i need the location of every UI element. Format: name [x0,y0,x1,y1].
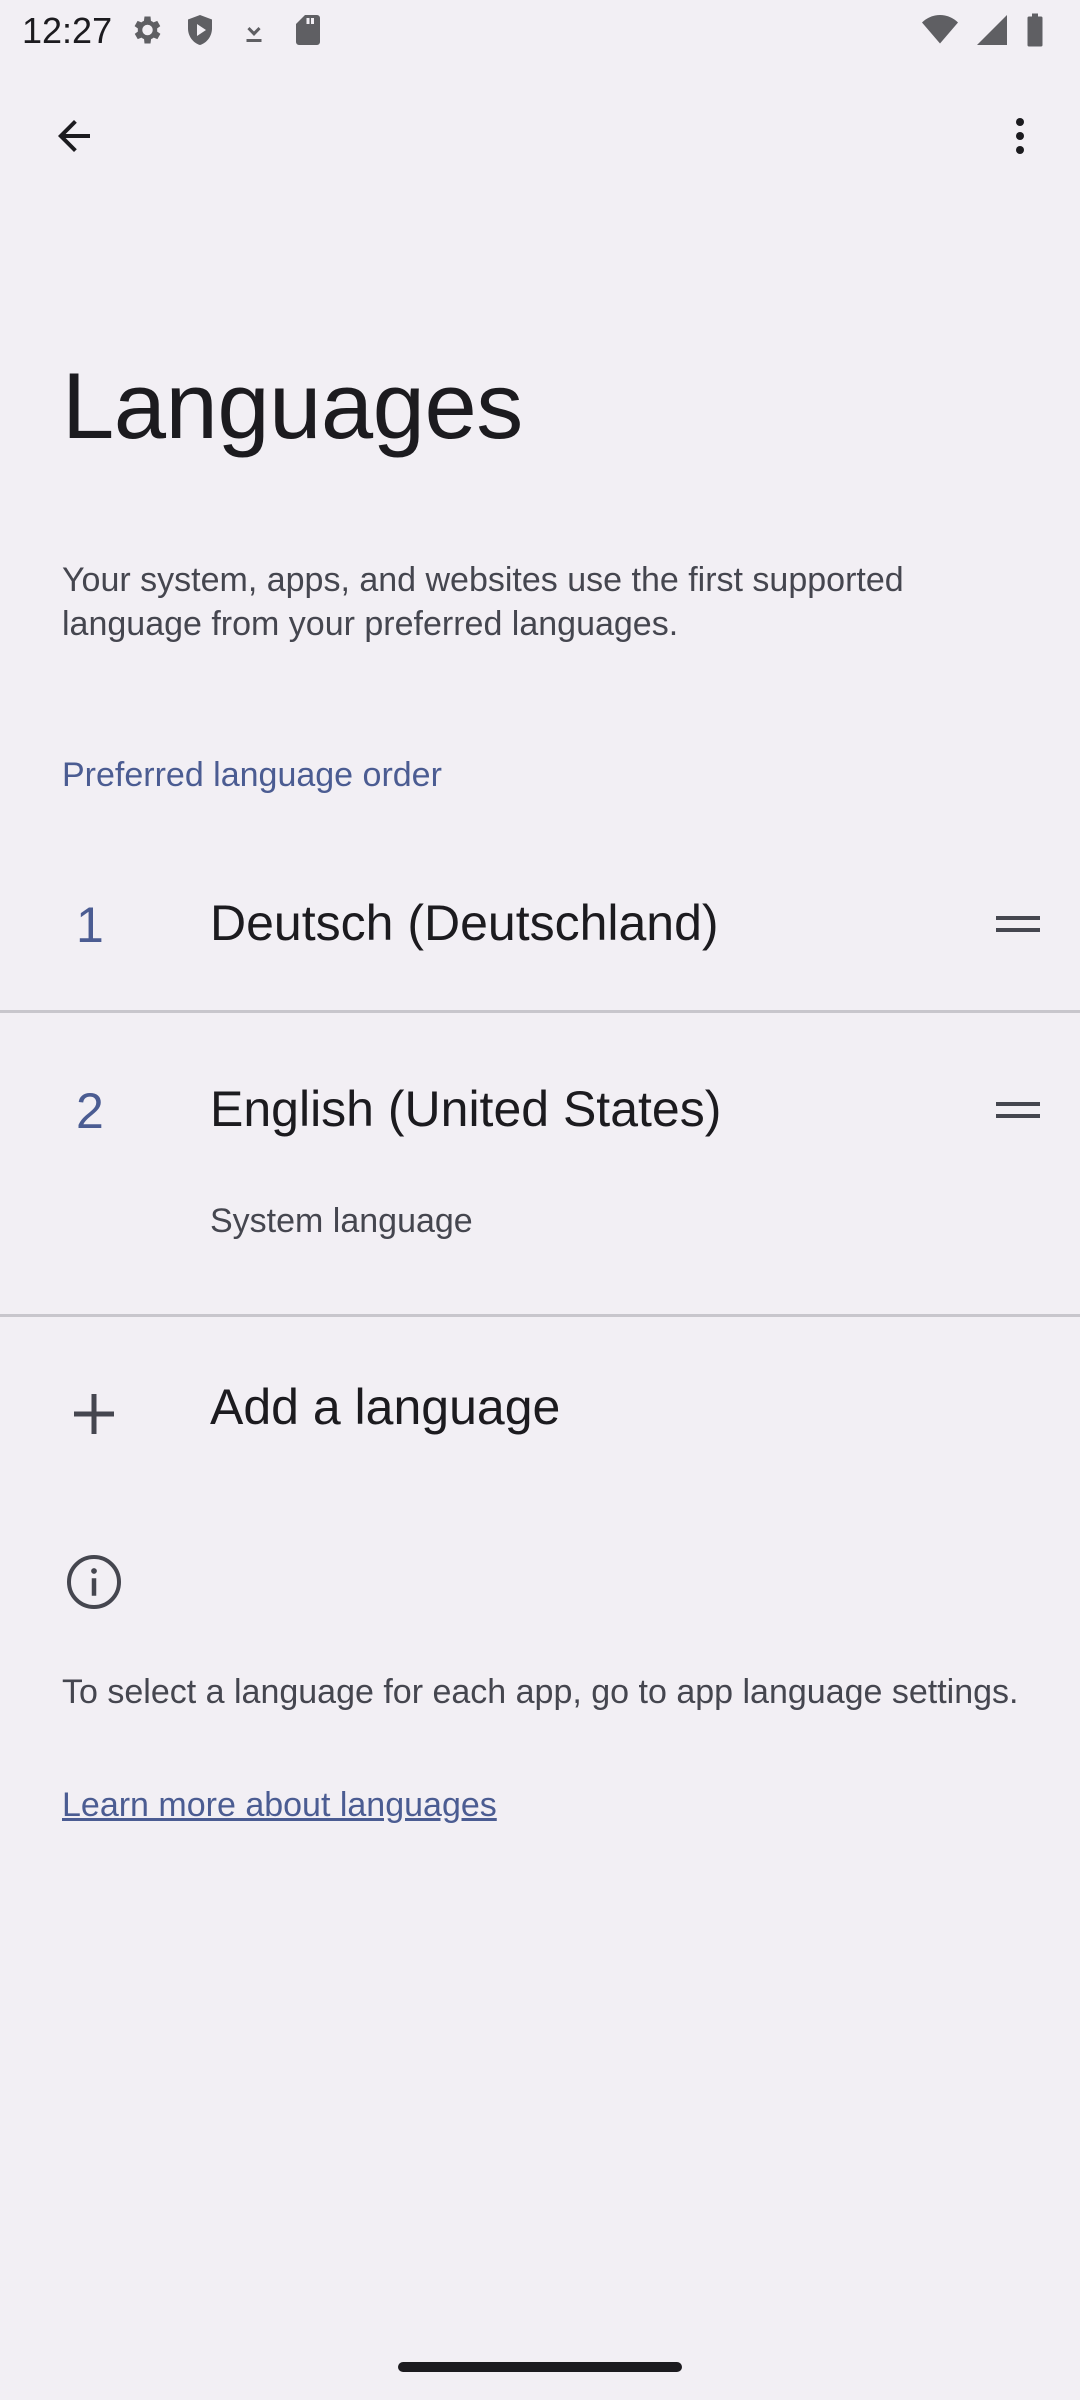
more-options-button[interactable] [980,96,1060,176]
gesture-nav-handle[interactable] [398,2362,682,2372]
status-bar: 12:27 [0,0,1080,64]
language-name: English (United States) [210,1081,722,1137]
info-icon [67,1555,121,1609]
sd-card-icon [290,12,326,48]
language-item-english[interactable]: 2 English (United States) System languag… [0,1012,1080,1314]
language-item-deutsch[interactable]: 1 Deutsch (Deutschland) [0,858,1080,1010]
toolbar [0,96,1080,176]
back-button[interactable] [34,96,114,176]
arrow-back-icon [58,120,90,152]
battery-icon [1024,12,1046,48]
page-title: Languages [62,353,523,458]
language-name: Deutsch (Deutschland) [210,895,719,951]
language-subtitle: System language [210,1202,473,1240]
settings-icon [128,12,164,48]
download-icon [236,12,272,48]
signal-icon [974,12,1010,48]
status-icons-right [920,12,1046,48]
drag-handle-icon[interactable] [986,1090,1050,1130]
learn-more-link[interactable]: Learn more about languages [62,1786,497,1825]
page-description: Your system, apps, and websites use the … [62,561,904,643]
drag-handle-icon[interactable] [986,904,1050,944]
status-icons-left [128,12,326,48]
plus-icon [74,1394,114,1434]
shield-play-icon [182,12,218,48]
more-vert-icon [1016,118,1024,154]
preferred-language-order-header: Preferred language order [62,756,442,794]
wifi-icon [920,12,960,48]
language-order-number: 1 [76,897,104,953]
divider [0,1314,1080,1317]
language-order-number: 2 [76,1083,104,1139]
status-time: 12:27 [22,10,113,51]
add-language-button[interactable]: Add a language [0,1318,1080,1504]
add-language-label: Add a language [210,1379,561,1435]
app-language-info-text: To select a language for each app, go to… [62,1673,1019,1711]
